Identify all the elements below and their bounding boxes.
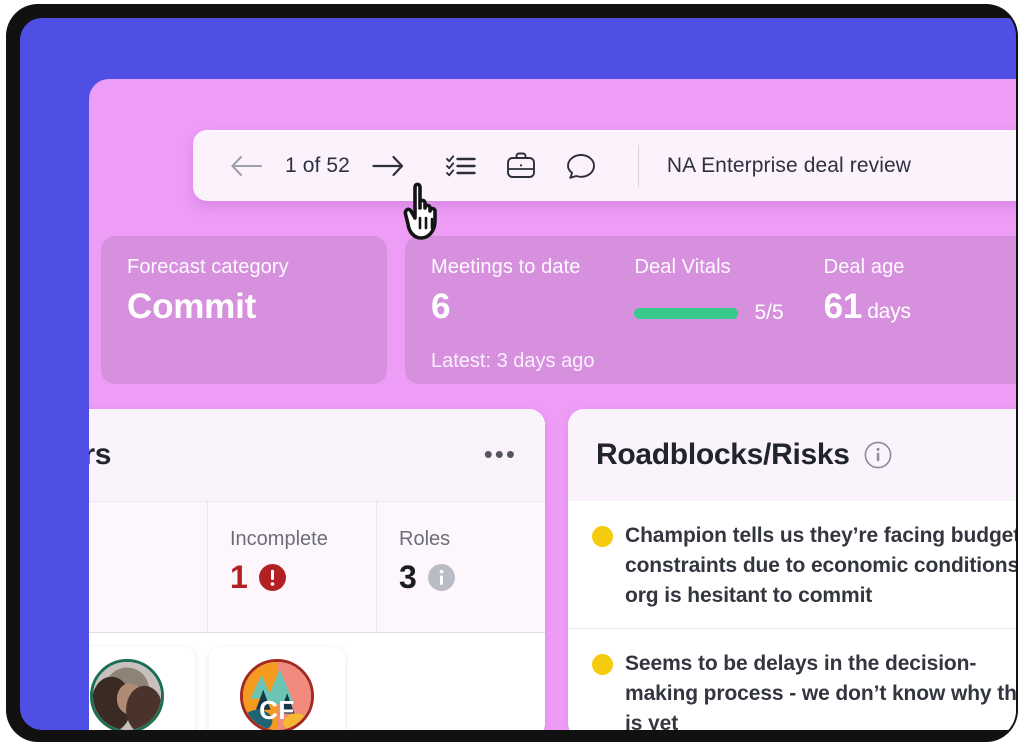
app-window: 1 of 52 NA Enterprise deal review Foreca… — [89, 79, 1016, 730]
severity-dot-icon — [592, 526, 613, 547]
toolbar-divider — [637, 144, 639, 187]
kpi-value-meetings: 6 — [431, 287, 451, 326]
vitals-row: 5/5 — [634, 301, 784, 325]
kpi-card-deal-age[interactable]: Deal age 61 days — [824, 256, 951, 384]
more-options-icon[interactable]: ••• — [484, 442, 517, 467]
comments-button[interactable] — [558, 146, 604, 186]
kpi-label-forecast: Forecast category — [127, 256, 289, 278]
info-icon[interactable] — [427, 563, 455, 591]
kpi-value-deal-age: 61 days — [823, 287, 911, 326]
risk-text: Seems to be delays in the decision-makin… — [625, 652, 1016, 730]
avatar-card[interactable] — [89, 647, 195, 730]
panel-area: ers ••• Incomplete 1 — [89, 409, 1016, 730]
stakeholders-panel-header: ers ••• — [89, 409, 545, 501]
toolbar: 1 of 52 NA Enterprise deal review — [193, 130, 1016, 201]
kpi-value-forecast: Commit — [127, 287, 257, 326]
arrow-right-icon — [372, 155, 404, 176]
kpi-card-deal-vitals[interactable]: Deal Vitals 5/5 — [634, 256, 823, 384]
kpi-card-forecast-category[interactable]: Forecast category Commit — [101, 236, 387, 384]
deal-title: NA Enterprise deal review — [666, 153, 912, 177]
kpi-sub-meetings: Latest: 3 days ago — [431, 349, 595, 372]
vitals-progress-bar — [634, 307, 739, 319]
comment-icon — [566, 153, 595, 179]
roadblocks-panel-header: Roadblocks/Risks — [568, 409, 1016, 501]
list-item[interactable]: Champion tells us they’re facing budget … — [568, 501, 1016, 630]
device-frame: 1 of 52 NA Enterprise deal review Foreca… — [8, 6, 1016, 740]
avatar[interactable]: CF — [240, 659, 314, 730]
toolbar-icon-group — [438, 146, 604, 186]
briefcase-icon — [506, 152, 535, 178]
kpi-label-vitals: Deal Vitals — [634, 256, 731, 278]
risk-text: Champion tells us they’re facing budget … — [625, 524, 1016, 607]
kpi-card-group: Meetings to date 6 Latest: 3 days ago De… — [405, 236, 1016, 384]
stakeholder-avatar-row: CF — [89, 633, 545, 730]
arrow-left-icon — [231, 155, 263, 176]
stat-value-roles: 3 — [399, 559, 417, 595]
forward-button[interactable] — [368, 146, 408, 186]
deals-button[interactable] — [498, 146, 544, 186]
avatar-initials: CF — [259, 695, 295, 725]
kpi-card-meetings[interactable]: Meetings to date 6 Latest: 3 days ago — [431, 256, 634, 384]
vitals-score: 5/5 — [754, 301, 784, 324]
stat-cell-roles[interactable]: Roles 3 — [377, 502, 545, 632]
stat-label-roles: Roles — [399, 528, 451, 550]
stat-value-row-roles: 3 — [399, 561, 545, 593]
stat-cell-incomplete[interactable]: Incomplete 1 — [208, 502, 377, 632]
avatar-card[interactable]: CF — [209, 647, 345, 730]
list-item[interactable]: Seems to be delays in the decision-makin… — [568, 629, 1016, 730]
stakeholder-stats-row: Incomplete 1 Roles 3 — [89, 501, 545, 633]
app-backdrop: 1 of 52 NA Enterprise deal review Foreca… — [20, 18, 1016, 730]
stakeholders-panel-title: ers — [89, 438, 112, 471]
pager-label: 1 of 52 — [285, 153, 350, 177]
back-button[interactable] — [227, 146, 267, 186]
deal-age-number: 61 — [823, 287, 863, 326]
stat-value-incomplete: 1 — [230, 559, 248, 595]
deal-selector-stepper[interactable] — [1013, 144, 1016, 188]
avatar-photo — [93, 662, 161, 730]
avatar[interactable] — [90, 659, 164, 730]
checklist-icon — [445, 154, 476, 176]
deal-age-unit: days — [867, 300, 911, 323]
error-icon[interactable] — [258, 563, 286, 591]
info-outline-icon[interactable] — [864, 441, 892, 469]
severity-dot-icon — [592, 654, 613, 676]
roadblocks-panel-title: Roadblocks/Risks — [596, 438, 850, 471]
risk-list: Champion tells us they’re facing budget … — [568, 501, 1016, 730]
roadblocks-panel: Roadblocks/Risks Champion tells us they’… — [568, 409, 1016, 730]
stat-value-row-incomplete: 1 — [230, 561, 376, 593]
kpi-label-deal-age: Deal age — [823, 256, 905, 278]
stat-label-incomplete: Incomplete — [230, 528, 328, 550]
kpi-label-meetings: Meetings to date — [431, 256, 581, 278]
kpi-strip: Forecast category Commit Meetings to dat… — [89, 236, 1016, 394]
stat-cell-blank — [89, 502, 208, 632]
stakeholders-panel: ers ••• Incomplete 1 — [89, 409, 545, 730]
checklist-button[interactable] — [438, 146, 484, 186]
